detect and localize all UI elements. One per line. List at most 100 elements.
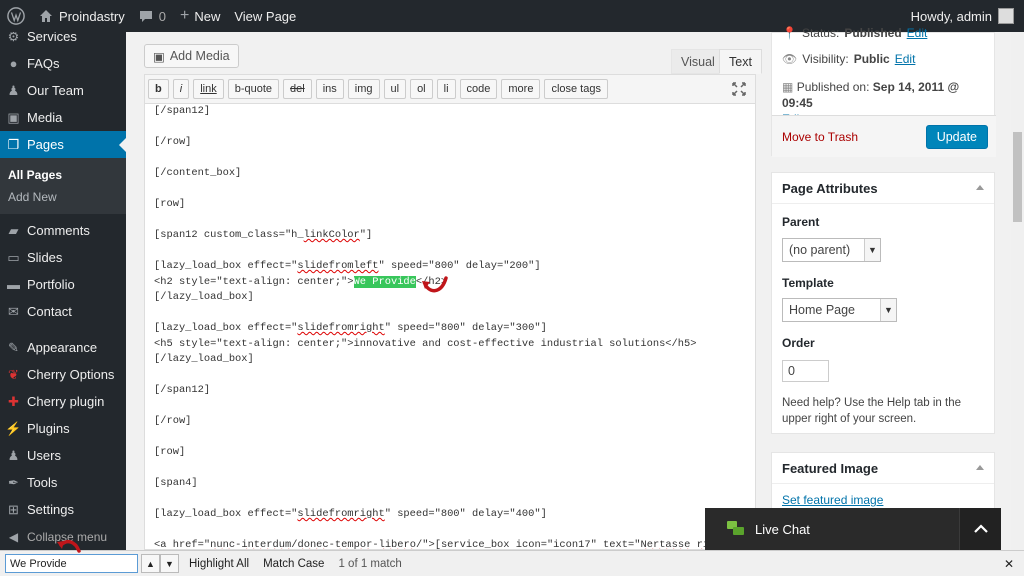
qt-img-button[interactable]: img [347,79,380,99]
menu-item-cherry-options[interactable]: ❦ Cherry Options [0,361,126,388]
qt-del-button[interactable]: del [283,79,312,99]
media-icon: ▣ [7,109,20,125]
submenu-all-pages[interactable]: All Pages [0,164,126,186]
user-icon: ♟ [7,82,20,98]
live-chat-widget[interactable]: Live Chat [705,508,1001,550]
menu-item-plugins[interactable]: ⚡ Plugins [0,415,126,442]
page-scrollbar[interactable] [1011,32,1024,550]
menu-label: Media [27,110,63,125]
qt-italic-button[interactable]: i [172,79,190,99]
collapse-arrow-icon[interactable] [976,465,984,470]
close-icon[interactable]: ✕ [1004,557,1014,571]
brush-icon: ✎ [8,339,19,355]
wordpress-logo-icon[interactable] [0,0,32,32]
my-account[interactable]: Howdy, admin [911,8,1024,24]
qt-li-button[interactable]: li [436,79,456,99]
pages-submenu: All Pages Add New [0,158,126,214]
menu-item-tools[interactable]: ✒ Tools [0,469,126,496]
add-media-label: Add Media [169,49,230,63]
menu-item-contact[interactable]: ✉ Contact [0,298,126,325]
menu-item-comments[interactable]: ▰ Comments [0,217,126,244]
menu-item-our-team[interactable]: ♟ Our Team [0,77,126,104]
menu-item-users[interactable]: ♟ Users [0,442,126,469]
code-line: [/lazy_load_box] [154,291,254,303]
parent-select[interactable]: (no parent) ▼ [782,238,881,262]
menu-item-portfolio[interactable]: ▬ Portfolio [0,271,126,298]
code-line: [/span12] [154,105,211,117]
collapse-arrow-icon[interactable] [976,185,984,190]
code-line: [/lazy_load_box] [154,353,254,365]
qt-ins-button[interactable]: ins [315,79,344,99]
template-label: Template [782,276,834,290]
code-line: [row] [154,446,186,458]
menu-item-slides[interactable]: ▭ Slides [0,244,126,271]
set-featured-image-link[interactable]: Set featured image [782,493,883,507]
quicktags-toolbar: b i link b-quote del ins img ul ol li co… [144,74,756,104]
status-edit-link[interactable]: Edit [907,26,928,40]
submenu-add-new[interactable]: Add New [0,186,126,208]
order-input[interactable]: 0 [782,360,829,382]
page-attributes-header[interactable]: Page Attributes [772,173,994,204]
menu-label: Our Team [27,83,84,98]
content-textarea[interactable]: [/span12] [/row] [/content_box] [row] [span1… [144,104,756,550]
comments-link[interactable]: 0 [132,0,173,32]
media-icon: ▣ [153,49,165,64]
scrollbar-thumb[interactable] [1013,132,1022,222]
qt-more-button[interactable]: more [501,79,541,99]
highlight-all-button[interactable]: Highlight All [189,558,249,570]
tab-visual[interactable]: Visual [671,49,725,74]
post-editor: ▣ Add Media Visual Text b i link b-quote… [144,32,762,550]
menu-label: Settings [27,502,74,517]
menu-item-settings[interactable]: ⊞ Settings [0,496,126,523]
find-next-button[interactable]: ▼ [160,554,179,573]
view-page-link[interactable]: View Page [227,0,303,32]
status-label: Status: [801,26,840,40]
qt-blockquote-button[interactable]: b-quote [227,79,280,99]
match-case-button[interactable]: Match Case [263,558,324,570]
home-icon [40,10,52,22]
menu-item-appearance[interactable]: ✎ Appearance [0,334,126,361]
portfolio-icon: ▬ [7,277,20,292]
admin-sidebar: ⚙ Services ● FAQs ♟ Our Team ▣ Media ❐ Pages … [0,32,126,550]
visibility-edit-link[interactable]: Edit [895,52,916,66]
chevron-up-icon[interactable] [959,508,1001,550]
template-select[interactable]: Home Page ▼ [782,298,897,322]
new-label: New [194,8,221,24]
new-content-link[interactable]: + New [173,0,227,32]
tab-text[interactable]: Text [719,49,762,74]
qt-ul-button[interactable]: ul [383,79,407,99]
annotation-arrow-icon [422,276,448,293]
menu-item-cherry-plugin[interactable]: ✚ Cherry plugin [0,388,126,415]
search-highlight: We Provide [353,275,416,288]
add-media-button[interactable]: ▣ Add Media [144,44,239,68]
qt-code-button[interactable]: code [459,79,498,99]
find-previous-button[interactable]: ▲ [141,554,160,573]
menu-label: FAQs [27,56,60,71]
cherry-icon: ❦ [8,366,19,382]
featured-image-header[interactable]: Featured Image [772,453,994,484]
menu-item-faqs[interactable]: ● FAQs [0,50,126,77]
site-name-link[interactable]: Proindastry [32,0,132,32]
move-to-trash-link[interactable]: Move to Trash [782,130,858,144]
fullscreen-icon[interactable] [731,81,747,97]
menu-item-services[interactable]: ⚙ Services [0,32,126,50]
parent-value: (no parent) [789,243,851,257]
qt-link-button[interactable]: link [193,79,224,99]
qt-bold-button[interactable]: b [148,79,169,99]
qt-close-tags-button[interactable]: close tags [544,79,608,99]
menu-label: Contact [27,304,72,319]
users-icon: ♟ [7,447,20,463]
update-button[interactable]: Update [925,125,988,149]
status-row: 📍 Status: Published Edit [782,26,927,40]
plus-icon: + [179,7,190,24]
code-line: [span12 custom_class="h_linkColor"] [154,229,373,241]
plugin-cherry-icon: ✚ [8,393,19,409]
menu-item-pages[interactable]: ❐ Pages [0,131,126,158]
qt-ol-button[interactable]: ol [410,79,433,99]
find-query: We Provide [10,557,67,570]
menu-item-media[interactable]: ▣ Media [0,104,126,131]
pin-icon: 📍 [782,26,797,40]
